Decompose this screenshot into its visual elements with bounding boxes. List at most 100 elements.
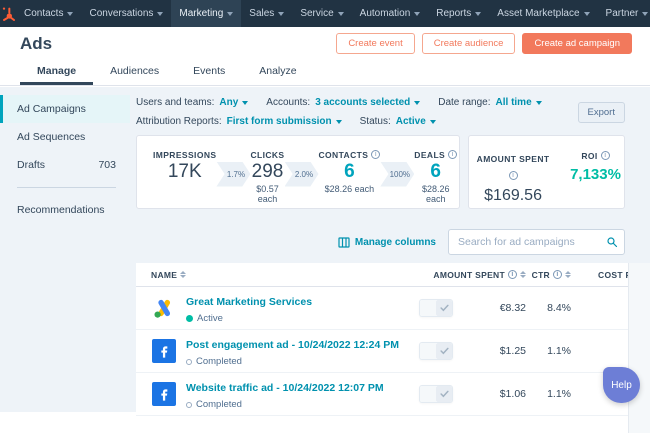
help-button[interactable]: Help xyxy=(603,367,640,403)
filter-row-2: Attribution Reports: First form submissi… xyxy=(136,116,625,127)
ctr-value: 1.1% xyxy=(526,345,571,357)
sidebar-item-ad-campaigns[interactable]: Ad Campaigns xyxy=(0,95,130,123)
check-icon xyxy=(440,347,449,355)
tab-manage[interactable]: Manage xyxy=(20,60,93,85)
accounts-label: Accounts: xyxy=(266,97,310,108)
sidebar: Ad Campaigns Ad Sequences Drafts703 Reco… xyxy=(0,87,130,412)
tab-audiences[interactable]: Audiences xyxy=(93,60,176,85)
manage-columns-button[interactable]: Manage columns xyxy=(338,237,436,248)
info-icon[interactable] xyxy=(509,171,518,180)
create-ad-campaign-button[interactable]: Create ad campaign xyxy=(522,33,632,54)
tab-events[interactable]: Events xyxy=(176,60,242,85)
date-range-dropdown[interactable]: All time xyxy=(496,97,542,108)
nav-item-conversations[interactable]: Conversations xyxy=(81,0,171,27)
table-header-row: NAME AMOUNT SPENT CTR COST PER xyxy=(136,263,650,287)
primary-nav: Contacts Conversations Marketing Sales S… xyxy=(16,0,650,27)
table-row: Great Marketing Services Active €8.32 8.… xyxy=(136,287,650,330)
campaign-toggle[interactable] xyxy=(419,385,453,403)
deals-value: 6 xyxy=(414,161,457,182)
manage-columns-icon xyxy=(338,237,350,248)
status-dropdown[interactable]: Active xyxy=(396,116,436,127)
table-row: Website traffic ad - 10/24/2022 12:07 PM… xyxy=(136,373,650,416)
campaign-link[interactable]: Post engagement ad - 10/24/2022 12:24 PM xyxy=(186,339,399,351)
stat-impressions: IMPRESSIONS 17K xyxy=(153,148,216,196)
stat-clicks: CLICKS 298 $0.57 each xyxy=(250,148,284,196)
nav-item-asset-marketplace[interactable]: Asset Marketplace xyxy=(489,0,597,27)
chevron-down-icon xyxy=(414,12,420,16)
users-teams-dropdown[interactable]: Any xyxy=(219,97,248,108)
filters-bar: Users and teams: Any Accounts: 3 account… xyxy=(136,87,650,127)
google-ads-icon xyxy=(151,295,177,321)
hubspot-logo-icon[interactable] xyxy=(0,6,16,22)
clicks-value: 298 xyxy=(250,161,284,182)
stat-deals: DEALS 6 $28.26 each xyxy=(414,148,457,196)
search-box xyxy=(448,229,625,255)
nav-item-service[interactable]: Service xyxy=(292,0,351,27)
campaign-link[interactable]: Great Marketing Services xyxy=(186,296,312,308)
campaign-link[interactable]: Website traffic ad - 10/24/2022 12:07 PM xyxy=(186,382,384,394)
sidebar-item-drafts[interactable]: Drafts703 xyxy=(0,151,130,179)
campaign-status: Completed xyxy=(186,399,384,410)
attribution-dropdown[interactable]: First form submission xyxy=(227,116,342,127)
conversion-rate-arrow: 1.7% xyxy=(216,162,250,187)
chevron-down-icon xyxy=(67,12,73,16)
chevron-down-icon xyxy=(278,12,284,16)
status-dot-completed xyxy=(186,359,192,365)
column-header-amount-spent[interactable]: AMOUNT SPENT xyxy=(406,270,526,280)
table-toolbar: Manage columns xyxy=(136,229,625,255)
nav-item-reports[interactable]: Reports xyxy=(428,0,489,27)
chevron-down-icon xyxy=(642,12,648,16)
stat-contacts: CONTACTS 6 $28.26 each xyxy=(319,148,381,196)
amount-spent-value: €8.32 xyxy=(466,302,526,314)
page-title: Ads xyxy=(0,34,52,54)
clicks-cost-each: $0.57 each xyxy=(250,184,284,196)
column-header-name[interactable]: NAME xyxy=(151,270,406,280)
campaign-toggle[interactable] xyxy=(419,299,453,317)
tab-analyze[interactable]: Analyze xyxy=(242,60,313,85)
nav-item-contacts[interactable]: Contacts xyxy=(16,0,81,27)
drafts-count: 703 xyxy=(98,159,116,171)
export-button[interactable]: Export xyxy=(578,102,625,123)
chevron-down-icon xyxy=(157,12,163,16)
info-icon[interactable] xyxy=(553,270,562,279)
main-panel: Users and teams: Any Accounts: 3 account… xyxy=(136,87,650,412)
header-actions: Create event Create audience Create ad c… xyxy=(336,33,650,54)
nav-item-marketing[interactable]: Marketing xyxy=(171,0,241,27)
info-icon[interactable] xyxy=(508,270,517,279)
check-icon xyxy=(440,390,449,398)
create-event-button[interactable]: Create event xyxy=(336,33,414,54)
stat-amount-spent: AMOUNT SPENT $169.56 xyxy=(472,149,554,208)
campaign-name-cell: Post engagement ad - 10/24/2022 12:24 PM… xyxy=(151,335,406,367)
ctr-value: 1.1% xyxy=(526,388,571,400)
info-icon[interactable] xyxy=(601,151,610,160)
chevron-down-icon xyxy=(475,12,481,16)
chevron-down-icon xyxy=(584,12,590,16)
sidebar-item-recommendations[interactable]: Recommendations xyxy=(0,196,130,224)
table-row: Post engagement ad - 10/24/2022 12:24 PM… xyxy=(136,330,650,373)
sidebar-item-ad-sequences[interactable]: Ad Sequences xyxy=(0,123,130,151)
conversion-rate-arrow: 100% xyxy=(380,162,414,187)
attribution-label: Attribution Reports: xyxy=(136,116,222,127)
campaign-name-cell: Website traffic ad - 10/24/2022 12:07 PM… xyxy=(151,378,406,410)
nav-item-automation[interactable]: Automation xyxy=(352,0,429,27)
campaign-name-cell: Great Marketing Services Active xyxy=(151,292,406,324)
page-header: Ads Create event Create audience Create … xyxy=(0,27,650,60)
sort-icon[interactable] xyxy=(180,271,186,278)
chevron-down-icon xyxy=(430,120,436,124)
search-icon[interactable] xyxy=(606,236,618,248)
nav-item-partner[interactable]: Partner xyxy=(598,0,650,27)
info-icon[interactable] xyxy=(448,150,457,159)
stat-roi: ROI 7,133% xyxy=(570,149,621,208)
accounts-dropdown[interactable]: 3 accounts selected xyxy=(315,97,420,108)
sidebar-divider xyxy=(17,187,116,188)
contacts-value: 6 xyxy=(319,161,381,182)
facebook-icon xyxy=(151,381,177,407)
ctr-value: 8.4% xyxy=(526,302,571,314)
info-icon[interactable] xyxy=(371,150,380,159)
column-header-ctr[interactable]: CTR xyxy=(526,270,571,280)
nav-item-sales[interactable]: Sales xyxy=(241,0,292,27)
search-input[interactable] xyxy=(448,229,625,255)
chevron-down-icon xyxy=(536,101,542,105)
campaign-toggle[interactable] xyxy=(419,342,453,360)
create-audience-button[interactable]: Create audience xyxy=(422,33,516,54)
